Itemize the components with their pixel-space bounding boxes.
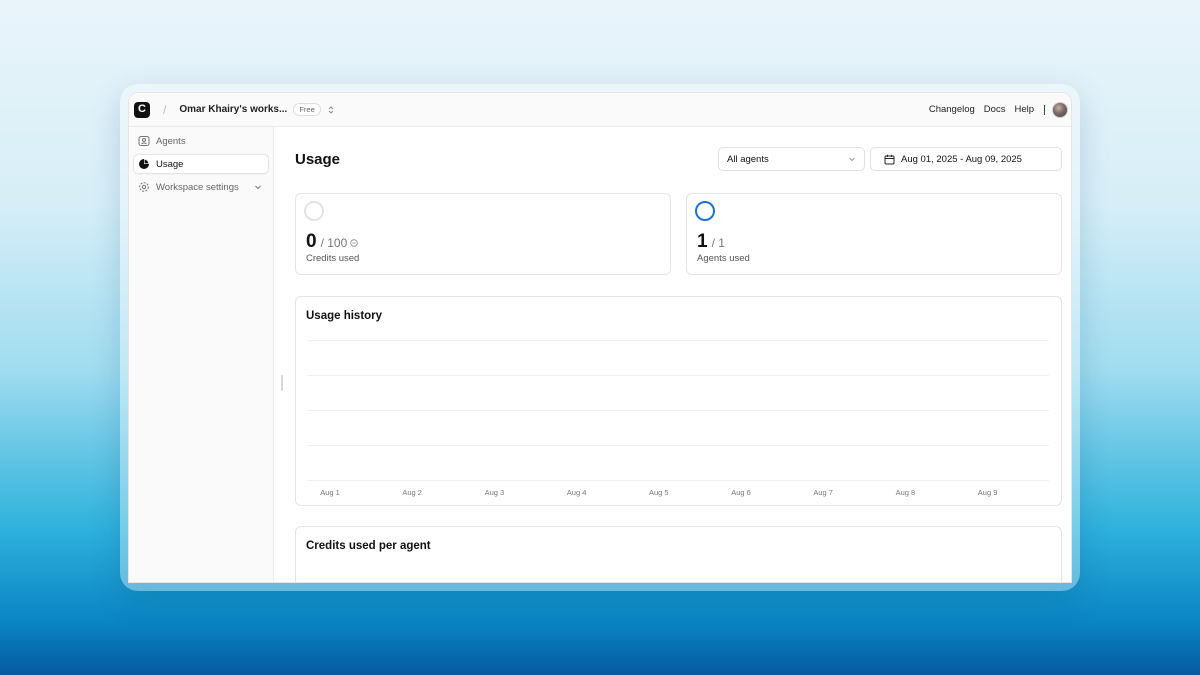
user-avatar[interactable] xyxy=(1052,101,1068,118)
sidebar-item-label: Usage xyxy=(156,158,184,170)
app-window: C / Omar Khairy's works... Free Changelo… xyxy=(128,92,1072,583)
credits-value-row: 0 / 100 xyxy=(306,231,358,253)
workspace-switcher[interactable]: Omar Khairy's works... xyxy=(179,104,287,115)
chevron-down-icon xyxy=(849,157,855,162)
agents-total: / 1 xyxy=(711,236,725,250)
agent-filter-value: All agents xyxy=(727,153,769,165)
chevron-down-icon[interactable] xyxy=(254,183,262,191)
chart-gridline xyxy=(308,340,1049,341)
sidebar-item-label: Agents xyxy=(156,135,186,147)
x-tick-label: Aug 8 xyxy=(895,488,916,497)
credits-used-label: Credits used xyxy=(306,253,360,264)
chart-gridline xyxy=(308,445,1049,446)
sidebar-item-workspace-settings[interactable]: Workspace settings xyxy=(133,177,269,197)
chart-gridline xyxy=(308,375,1049,376)
chart-baseline xyxy=(308,480,1049,481)
credits-total: / 100 xyxy=(320,236,348,250)
x-tick-label: Aug 6 xyxy=(731,488,751,497)
x-tick-label: Aug 3 xyxy=(484,488,505,497)
x-tick-label: Aug 9 xyxy=(977,488,998,497)
sidebar-item-label: Workspace settings xyxy=(156,181,239,193)
breadcrumb-separator: / xyxy=(163,102,167,117)
divider xyxy=(1044,104,1045,115)
agent-filter-select[interactable]: All agents xyxy=(718,147,865,171)
page-title: Usage xyxy=(295,151,341,168)
agents-progress-ring xyxy=(695,201,715,221)
help-link[interactable]: Help xyxy=(1014,104,1034,115)
plan-badge: Free xyxy=(293,103,321,116)
agents-used-card: 1 / 1 Agents used xyxy=(686,193,1062,275)
date-range-picker[interactable]: Aug 01, 2025 - Aug 09, 2025 xyxy=(870,147,1062,171)
info-icon[interactable] xyxy=(350,239,358,247)
gear-icon xyxy=(139,182,149,192)
agents-value-row: 1 / 1 xyxy=(697,231,725,253)
sidebar-item-usage[interactable]: Usage xyxy=(133,154,269,174)
pie-chart-icon xyxy=(139,159,149,169)
credits-used-value: 0 xyxy=(306,231,317,252)
main-content: Usage All agents Aug 01, 2025 - Aug 09, … xyxy=(275,127,1071,582)
credits-used-card: 0 / 100 Credits used xyxy=(295,193,671,275)
usage-history-panel: Usage history Aug 1 Aug 2 Aug 3 Aug 4 Aug 5 A… xyxy=(295,296,1062,506)
agent-icon xyxy=(138,136,150,146)
agents-used-value: 1 xyxy=(697,231,708,252)
top-right-links: Changelog Docs Help xyxy=(929,101,1068,118)
app-logo[interactable]: C xyxy=(134,101,150,118)
x-tick-label: Aug 5 xyxy=(648,488,669,497)
x-tick-label: Aug 2 xyxy=(402,488,422,497)
credits-per-agent-title: Credits used per agent xyxy=(306,540,431,552)
agents-used-label: Agents used xyxy=(697,253,750,264)
x-tick-label: Aug 4 xyxy=(566,488,587,497)
calendar-icon xyxy=(884,154,895,164)
chart-gridline xyxy=(308,410,1049,411)
docs-link[interactable]: Docs xyxy=(984,104,1006,115)
changelog-link[interactable]: Changelog xyxy=(929,104,975,115)
chevron-up-down-icon[interactable] xyxy=(327,105,335,115)
sidebar: Agents Usage Workspace settings xyxy=(129,127,274,582)
credits-progress-ring xyxy=(304,201,324,221)
credits-per-agent-panel: Credits used per agent xyxy=(295,526,1062,582)
x-tick-label: Aug 7 xyxy=(813,488,833,497)
date-range-value: Aug 01, 2025 - Aug 09, 2025 xyxy=(901,153,1022,165)
x-tick-label: Aug 1 xyxy=(320,488,340,497)
usage-history-title: Usage history xyxy=(306,310,383,322)
top-bar: C / Omar Khairy's works... Free Changelo… xyxy=(129,93,1071,127)
sidebar-item-agents[interactable]: Agents xyxy=(133,131,269,151)
